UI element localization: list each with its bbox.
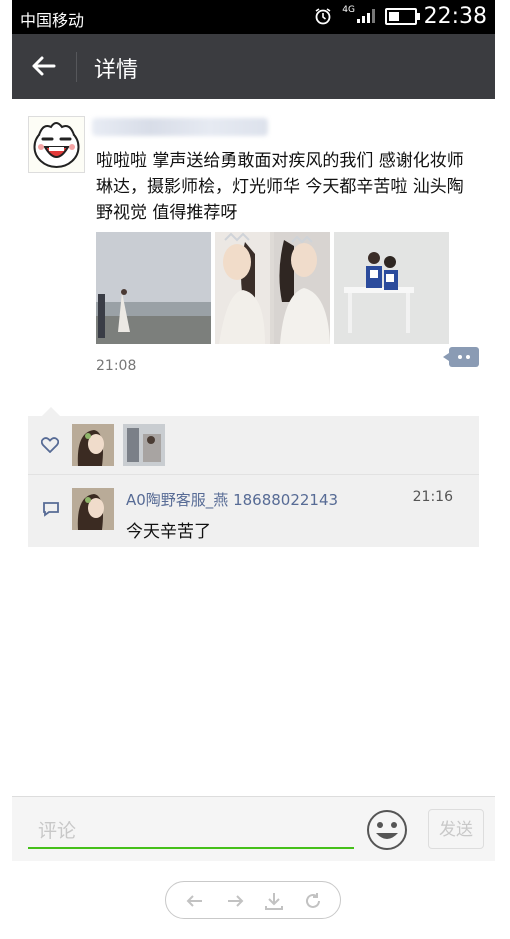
post-text: 啦啦啦 掌声送给勇敢面对疾风的我们 感谢化妆师琳达，摄影师桧，灯光师华 今天都辛… (96, 151, 464, 223)
photo-beach[interactable] (96, 232, 211, 344)
refresh-icon[interactable] (302, 890, 324, 912)
commenter-avatar[interactable] (72, 488, 114, 530)
browser-toolbar (12, 861, 495, 939)
status-icons: 4G (314, 5, 420, 25)
comment-icon (43, 502, 59, 517)
status-time: 22:38 (423, 4, 487, 29)
comment-row[interactable]: A0陶野客服_燕 18688022143 21:16 今天辛苦了 (28, 475, 479, 547)
commenter-name[interactable]: A0陶野客服_燕 18688022143 (126, 489, 338, 510)
photo-bride-2[interactable] (274, 232, 330, 344)
author-name-blurred[interactable] (92, 118, 268, 136)
emoji-icon[interactable] (366, 809, 408, 851)
author-avatar[interactable] (28, 116, 85, 173)
send-button[interactable]: 发送 (428, 809, 484, 849)
status-bar: 中国移动 4G 22:38 (12, 0, 495, 34)
back-arrow-icon[interactable] (28, 51, 58, 81)
download-icon[interactable] (263, 890, 285, 912)
photo-couple[interactable] (334, 232, 449, 344)
more-actions-button[interactable] (443, 347, 479, 367)
post-time: 21:08 (96, 358, 137, 374)
signal-icon (357, 9, 375, 23)
comment-input[interactable]: 评论 (28, 809, 354, 849)
network-label: 4G (342, 5, 355, 15)
battery-icon (385, 7, 420, 25)
cartoon-face-icon (29, 117, 84, 172)
liker-avatar[interactable] (123, 424, 165, 466)
comment-composer: 评论 发送 (12, 796, 495, 861)
browser-controls (165, 881, 341, 919)
page-title: 详情 (94, 58, 139, 83)
carrier-label: 中国移动 (20, 11, 85, 30)
nav-divider (76, 52, 77, 82)
likes-section (28, 407, 479, 474)
forward-icon[interactable] (224, 890, 246, 912)
comment-text: 今天辛苦了 (126, 522, 211, 542)
comment-time: 21:16 (412, 489, 453, 505)
top-nav-bar: 详情 (12, 34, 495, 99)
liker-avatar[interactable] (72, 424, 114, 466)
back-icon[interactable] (184, 890, 206, 912)
alarm-icon (315, 8, 331, 25)
heart-icon (41, 437, 59, 453)
